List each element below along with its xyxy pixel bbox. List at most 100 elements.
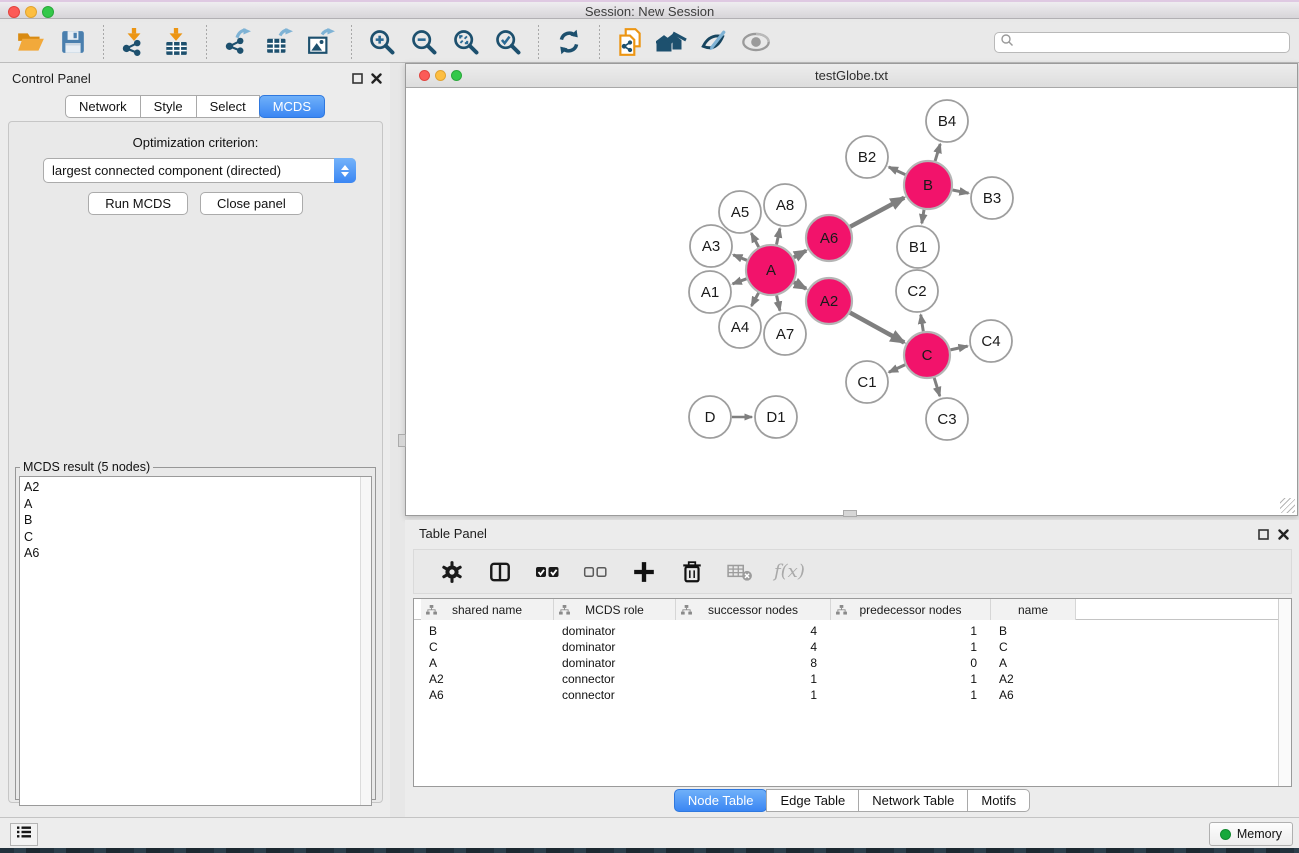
open-file-icon[interactable]: [14, 25, 48, 59]
mcds-result-item[interactable]: A: [24, 496, 371, 513]
table-cell[interactable]: C: [991, 639, 1076, 655]
search-input[interactable]: [1014, 33, 1289, 52]
close-panel-icon[interactable]: [371, 71, 382, 89]
mcds-list-scrollbar[interactable]: [360, 477, 371, 805]
table-cell[interactable]: dominator: [554, 639, 676, 655]
edge-A-A2[interactable]: [794, 282, 806, 288]
edge-A-A4[interactable]: [752, 293, 759, 306]
column-header-MCDS-role[interactable]: MCDS role: [554, 599, 676, 620]
export-network-icon[interactable]: [220, 25, 254, 59]
table-cell[interactable]: A2: [991, 671, 1076, 687]
show-columns-icon[interactable]: [483, 555, 517, 589]
table-row[interactable]: A2connector11A2: [414, 671, 1291, 687]
table-cell[interactable]: 1: [831, 671, 991, 687]
table-cell[interactable]: 1: [676, 687, 831, 703]
table-cell[interactable]: dominator: [554, 623, 676, 639]
table-cell[interactable]: A6: [991, 687, 1076, 703]
deselect-all-checks-icon[interactable]: [579, 555, 613, 589]
edge-A2-C[interactable]: [850, 313, 904, 343]
column-header-predecessor-nodes[interactable]: predecessor nodes: [831, 599, 991, 620]
annotations-icon[interactable]: [697, 25, 731, 59]
column-header-successor-nodes[interactable]: successor nodes: [676, 599, 831, 620]
zoom-selected-icon[interactable]: [491, 25, 525, 59]
settings-gear-icon[interactable]: [435, 555, 469, 589]
edge-C-C2[interactable]: [921, 315, 924, 332]
tab-style[interactable]: Style: [140, 95, 197, 118]
table-scrollbar[interactable]: [1278, 599, 1291, 786]
close-panel-button[interactable]: Close panel: [200, 192, 303, 215]
tab-network[interactable]: Network: [65, 95, 141, 118]
refresh-layout-icon[interactable]: [552, 25, 586, 59]
close-panel-icon[interactable]: [1278, 527, 1289, 545]
import-network-icon[interactable]: [117, 25, 151, 59]
column-header-name[interactable]: name: [991, 599, 1076, 620]
table-cell[interactable]: 1: [831, 639, 991, 655]
edge-B-B1[interactable]: [922, 210, 924, 224]
resize-grip-icon[interactable]: [1280, 498, 1295, 513]
table-cell[interactable]: 8: [676, 655, 831, 671]
tab-select[interactable]: Select: [196, 95, 260, 118]
table-cell[interactable]: A2: [421, 671, 554, 687]
edge-A-A3[interactable]: [733, 255, 747, 260]
edge-C-C4[interactable]: [950, 346, 967, 350]
export-image-icon[interactable]: [304, 25, 338, 59]
splitter-handle[interactable]: [398, 434, 406, 447]
add-column-icon[interactable]: [627, 555, 661, 589]
tab-motifs[interactable]: Motifs: [967, 789, 1030, 812]
show-hide-icon[interactable]: [739, 25, 773, 59]
optimization-criterion-select[interactable]: largest connected component (directed): [43, 158, 356, 183]
memory-button[interactable]: Memory: [1209, 822, 1293, 846]
edge-C-C3[interactable]: [934, 378, 940, 396]
table-cell[interactable]: 4: [676, 639, 831, 655]
edge-B-B3[interactable]: [953, 190, 969, 193]
edge-A-A6[interactable]: [794, 251, 806, 258]
float-panel-icon[interactable]: [1258, 527, 1269, 545]
table-row[interactable]: A6connector11A6: [414, 687, 1291, 703]
zoom-out-icon[interactable]: [407, 25, 441, 59]
run-mcds-button[interactable]: Run MCDS: [88, 192, 188, 215]
table-cell[interactable]: A: [991, 655, 1076, 671]
zoom-fit-icon[interactable]: [449, 25, 483, 59]
table-cell[interactable]: B: [991, 623, 1076, 639]
save-session-icon[interactable]: [56, 25, 90, 59]
mcds-result-item[interactable]: A2: [24, 479, 371, 496]
table-cell[interactable]: 0: [831, 655, 991, 671]
table-cell[interactable]: 1: [831, 623, 991, 639]
table-cell[interactable]: connector: [554, 687, 676, 703]
tab-mcds[interactable]: MCDS: [259, 95, 325, 118]
table-cell[interactable]: 1: [676, 671, 831, 687]
edge-A-A7[interactable]: [777, 295, 780, 310]
search-field[interactable]: [994, 32, 1290, 53]
export-table-icon[interactable]: [262, 25, 296, 59]
table-cell[interactable]: dominator: [554, 655, 676, 671]
import-table-icon[interactable]: [159, 25, 193, 59]
zoom-in-icon[interactable]: [365, 25, 399, 59]
mcds-result-item[interactable]: B: [24, 512, 371, 529]
table-cell[interactable]: A: [421, 655, 554, 671]
first-neighbors-icon[interactable]: [655, 25, 689, 59]
tab-node-table[interactable]: Node Table: [674, 789, 768, 812]
edge-A-A5[interactable]: [751, 233, 758, 247]
float-panel-icon[interactable]: [352, 71, 363, 89]
table-cell[interactable]: 4: [676, 623, 831, 639]
edge-A-A8[interactable]: [777, 229, 780, 245]
table-row[interactable]: Bdominator41B: [414, 623, 1291, 639]
edge-A6-B[interactable]: [850, 198, 904, 227]
table-row[interactable]: Adominator80A: [414, 655, 1291, 671]
table-cell[interactable]: connector: [554, 671, 676, 687]
mcds-result-list[interactable]: A2ABCA6: [19, 476, 372, 806]
table-cell[interactable]: 1: [831, 687, 991, 703]
edge-B-B2[interactable]: [889, 167, 906, 175]
edge-A-A1[interactable]: [733, 279, 747, 284]
select-all-checks-icon[interactable]: [531, 555, 565, 589]
tab-network-table[interactable]: Network Table: [858, 789, 968, 812]
tab-edge-table[interactable]: Edge Table: [766, 789, 859, 812]
edge-B-B4[interactable]: [935, 144, 940, 161]
edge-C-C1[interactable]: [889, 365, 905, 372]
table-row[interactable]: Cdominator41C: [414, 639, 1291, 655]
delete-columns-icon[interactable]: [675, 555, 709, 589]
column-header-shared-name[interactable]: shared name: [421, 599, 554, 620]
splitter-handle[interactable]: [843, 510, 857, 517]
mcds-result-item[interactable]: C: [24, 529, 371, 546]
mcds-result-item[interactable]: A6: [24, 545, 371, 562]
